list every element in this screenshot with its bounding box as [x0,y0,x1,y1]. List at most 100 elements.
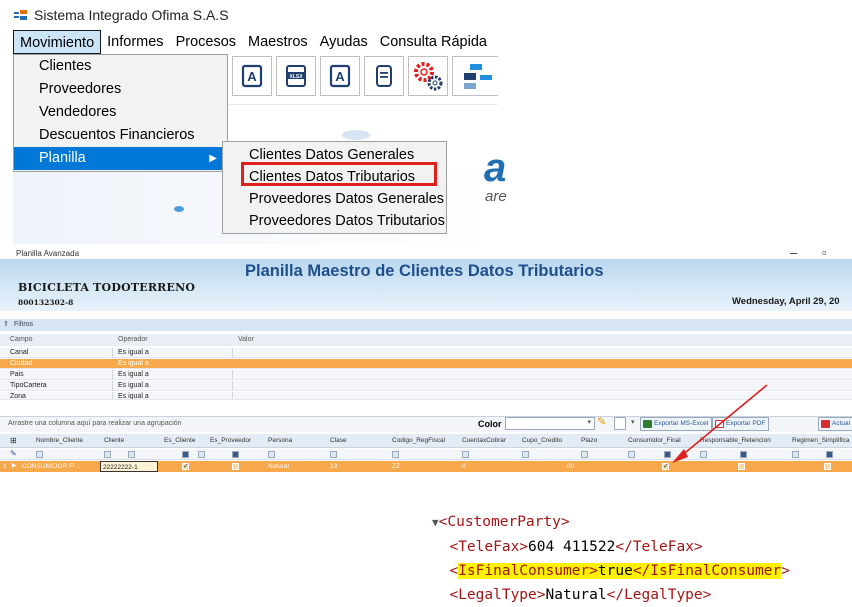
filter-operador[interactable]: Es igual a [118,392,149,399]
filter-cell[interactable] [182,451,189,458]
filter-cell[interactable] [392,451,399,458]
filter-cell[interactable] [700,451,707,458]
filter-row[interactable]: Zona Es igual a [0,392,852,400]
filter-row[interactable]: Pais Es igual a [0,370,852,380]
filter-cell[interactable] [198,451,205,458]
cell-nombre-cliente[interactable]: CONSUMIDOR FI... [22,461,80,472]
xml-line-telefax: <TeleFax>604 411522</TeleFax> [432,535,790,559]
filter-cell[interactable] [128,451,135,458]
filter-operador[interactable]: Es igual a [118,359,149,369]
column-header[interactable]: Consumidor_Final [628,434,681,448]
checkbox-es-proveedor[interactable] [232,463,239,470]
menu-item-planilla[interactable]: Planilla ▶ [14,147,227,170]
filter-operador[interactable]: Es igual a [118,381,149,391]
flow-icon[interactable] [452,56,498,96]
xml-tag: > [589,563,598,579]
xml-line-customerparty: ▼<CustomerParty> [432,510,790,535]
menu-ayudas[interactable]: Ayudas [314,30,374,54]
cell-codigo-regfiscal[interactable]: ZZ [392,461,400,472]
cell-cliente-editor[interactable]: 22222222-1 [100,461,158,472]
filter-cell[interactable] [826,451,833,458]
filter-cell[interactable] [330,451,337,458]
filter-cell[interactable] [628,451,635,458]
cell-cuentaxcobrar[interactable]: 0 [462,461,466,472]
checkbox-es-cliente[interactable]: ✓ [182,463,189,470]
document-icon[interactable] [364,56,404,96]
column-header[interactable]: Cupo_Credito [522,434,562,448]
filter-operador[interactable]: Es igual a [118,348,149,358]
menu-informes[interactable]: Informes [101,30,169,54]
color-swatch[interactable] [614,417,626,430]
xml-line-legaltype: <LegalType>Natural</LegalType> [432,583,790,607]
xlsx-icon[interactable]: XLSX [276,56,316,96]
checkbox-consumidor-final[interactable]: ✓ [662,463,669,470]
cell-persona[interactable]: Natural [268,461,289,472]
filter-cell[interactable] [522,451,529,458]
submenu-proveedores-datos-tributarios[interactable]: Proveedores Datos Tributarios [223,210,446,232]
settings-icon[interactable] [408,56,448,96]
column-header[interactable]: Nombre_Cliente [36,434,83,448]
filter-cell[interactable] [792,451,799,458]
filter-operador[interactable]: Es igual a [118,370,149,380]
filter-cell[interactable] [104,451,111,458]
restore-icon[interactable]: ▫ [822,245,827,260]
menu-consulta-rapida[interactable]: Consulta Rápida [374,30,493,54]
update-button[interactable]: Actual [818,417,852,431]
column-header[interactable]: Clase [330,434,347,448]
filters-toggle[interactable]: ⇑ Filtros [0,319,852,331]
chevron-down-icon[interactable]: ▾ [631,418,635,426]
column-header[interactable]: CuentaxCobrar [462,434,506,448]
filter-cell[interactable] [462,451,469,458]
cell-clase[interactable]: 13 [330,461,337,472]
svg-text:A: A [335,69,345,84]
filter-campo: Canal [10,349,29,356]
filter-row[interactable]: Canal Es igual a [0,348,852,358]
menu-item-clientes[interactable]: Clientes [14,55,227,78]
minimize-icon[interactable]: – [790,245,797,260]
filter-row[interactable]: TipoCartera Es igual a [0,381,852,391]
filter-cell[interactable] [268,451,275,458]
color-select[interactable]: ▾ [505,417,595,430]
filter-cell[interactable] [36,451,43,458]
collapse-triangle-icon[interactable]: ▼ [432,516,439,529]
grid-menu-icon[interactable]: ⊞ [10,434,17,448]
splash-decoration [342,130,370,140]
filter-row-selected[interactable]: Ciudad Es igual a [0,359,852,369]
splash-logo: a [484,146,507,190]
column-header[interactable]: Codigo_RegFiscal [392,434,445,448]
filter-cell[interactable] [740,451,747,458]
filter-cell[interactable] [581,451,588,458]
column-header[interactable]: Responsable_Retencion [700,434,771,448]
pdf-icon[interactable]: A [320,56,360,96]
column-header[interactable]: Es_Cliente [164,434,195,448]
menu-item-planilla-label: Planilla [39,150,86,166]
menu-item-proveedores[interactable]: Proveedores [14,78,227,101]
menu-item-vendedores[interactable]: Vendedores [14,101,227,124]
column-header[interactable]: Regimen_Simplifica [792,434,849,448]
column-header[interactable]: Cliente [104,434,124,448]
table-row[interactable]: 1 ▶ CONSUMIDOR FI... 22222222-1 ✓ Natura… [0,461,852,472]
column-header[interactable]: Es_Proveedor [210,434,251,448]
group-hint: Arrastre una columna aquí para realizar … [8,420,182,427]
column-header[interactable]: Persona [268,434,292,448]
chevron-right-icon: ▶ [209,153,217,164]
submenu-proveedores-datos-generales[interactable]: Proveedores Datos Generales [223,188,446,210]
checkbox-responsable-retencion[interactable] [738,463,745,470]
column-header[interactable]: Plazo [581,434,597,448]
export-pdf-button[interactable]: Exportar PDF [712,417,770,431]
paint-brush-icon[interactable]: ✎ [597,415,606,428]
filter-cell[interactable] [232,451,239,458]
menu-maestros[interactable]: Maestros [242,30,314,54]
export-excel-button[interactable]: Exportar MS-Excel [640,417,713,431]
checkbox-regimen-simplificado[interactable] [824,463,831,470]
app-title: Sistema Integrado Ofima S.A.S [34,7,229,23]
cell-cupo-credito[interactable]: .00 [565,461,574,472]
menu-movimiento[interactable]: Movimiento [13,30,102,54]
filter-edit-icon[interactable]: ✎ [10,449,17,458]
filter-cell[interactable] [664,451,671,458]
menu-item-descuentos-financieros[interactable]: Descuentos Financieros [14,124,227,147]
pdf-icon[interactable]: A [232,56,272,96]
xml-value-highlight: true [597,563,633,579]
menu-procesos[interactable]: Procesos [170,30,242,54]
app-title-bar: Sistema Integrado Ofima S.A.S [14,2,229,28]
